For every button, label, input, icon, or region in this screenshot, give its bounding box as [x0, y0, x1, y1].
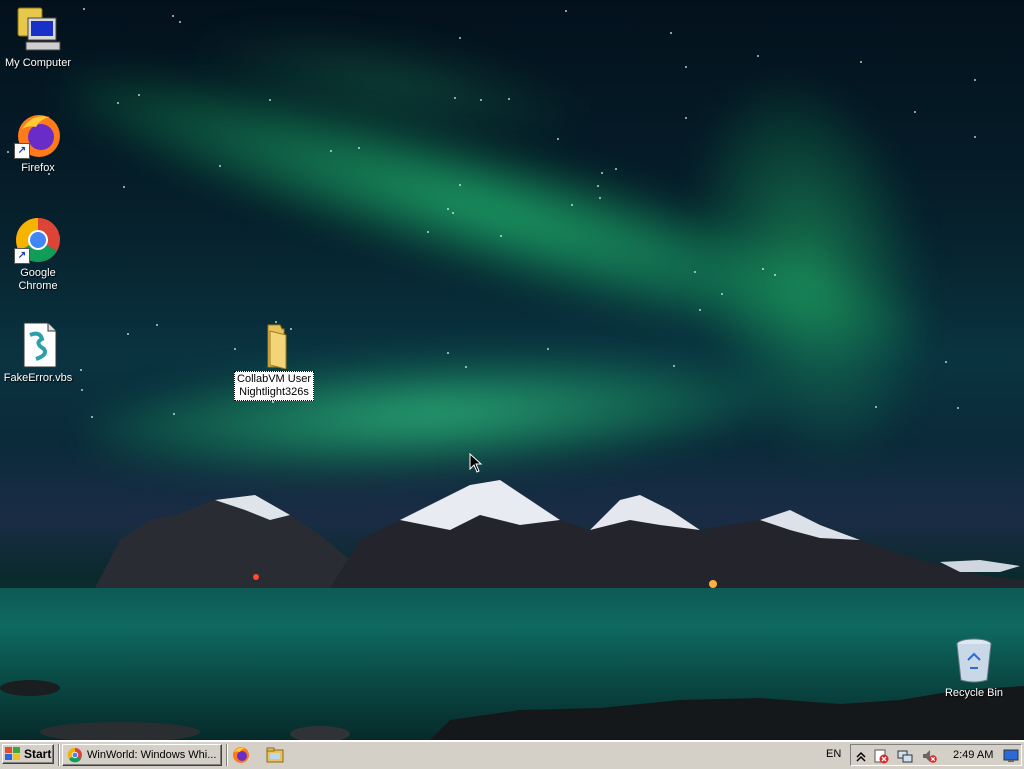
volume-muted-icon[interactable] [921, 748, 937, 764]
star [774, 274, 776, 276]
star [127, 333, 129, 335]
my-computer-icon[interactable]: My Computer [0, 6, 76, 71]
star [721, 293, 723, 295]
recycle-bin-glyph-icon [950, 636, 998, 684]
start-label: Start [24, 747, 52, 761]
star [547, 348, 549, 350]
taskbar-button-winworld[interactable]: WinWorld: Windows Whi... [62, 744, 222, 766]
clock[interactable]: 2:49 AM [953, 749, 993, 761]
start-button[interactable]: Start [2, 744, 54, 764]
star [447, 352, 449, 354]
shortcut-arrow-icon: ↗ [14, 143, 30, 159]
star [571, 204, 573, 206]
star [172, 15, 174, 17]
star [673, 365, 675, 367]
taskbar: Start WinWorld: Windows Whi... EN 2:49 A… [0, 740, 1024, 769]
windows-logo-icon [5, 747, 21, 761]
star [219, 165, 221, 167]
network-icon[interactable] [897, 748, 913, 764]
firefox-label: Firefox [21, 162, 55, 174]
show-hidden-icons-chevron-icon[interactable] [853, 748, 869, 764]
taskbar-separator [58, 744, 60, 766]
desktop-icon[interactable] [1003, 748, 1019, 764]
mountain-range [95, 480, 1024, 588]
star [974, 136, 976, 138]
chrome-icon: ↗ [14, 216, 62, 264]
star [599, 197, 601, 199]
star [565, 10, 567, 12]
shoreline-rocks [0, 680, 1024, 740]
collabvm-user-folder-label: CollabVM User Nightlight326s [234, 371, 314, 401]
star [427, 231, 429, 233]
star [459, 37, 461, 39]
star [330, 150, 332, 152]
fakeerror-vbs-label: FakeError.vbs [3, 372, 73, 384]
star [480, 99, 482, 101]
star [81, 389, 83, 391]
star [117, 102, 119, 104]
explorer-icon[interactable] [266, 746, 284, 764]
mouse-pointer-icon [469, 453, 483, 473]
star [685, 117, 687, 119]
star [685, 66, 687, 68]
fakeerror-vbs-file[interactable]: FakeError.vbs [0, 321, 76, 386]
chrome-icon [67, 747, 82, 763]
star [875, 406, 877, 408]
desktop[interactable]: My Computer ↗ Firefox ↗ Google Chrome Fa… [0, 0, 1024, 740]
star [459, 184, 461, 186]
star [508, 98, 510, 100]
star [601, 172, 603, 174]
aurora-lower-band [77, 341, 783, 489]
my-computer-label: My Computer [4, 57, 72, 69]
star [974, 79, 976, 81]
recycle-bin-icon[interactable]: Recycle Bin [936, 636, 1012, 701]
star [557, 138, 559, 140]
firefox-shortcut[interactable]: ↗ Firefox [0, 111, 76, 176]
folder-icon [250, 321, 298, 370]
star [447, 208, 449, 210]
star [945, 361, 947, 363]
star [454, 97, 456, 99]
star [452, 212, 454, 214]
star [358, 147, 360, 149]
shortcut-arrow-icon: ↗ [14, 248, 30, 264]
star [138, 94, 140, 96]
star [83, 8, 85, 10]
star [173, 413, 175, 415]
google-chrome-label: Google Chrome [18, 267, 58, 292]
taskbar-separator [226, 744, 228, 766]
star [957, 407, 959, 409]
google-chrome-shortcut[interactable]: ↗ Google Chrome [0, 216, 76, 294]
star [762, 268, 764, 270]
star [757, 55, 759, 57]
star [597, 185, 599, 187]
language-indicator[interactable]: EN [826, 748, 841, 760]
star [694, 271, 696, 273]
star [860, 61, 862, 63]
star [699, 309, 701, 311]
folder-label-line-1: CollabVM User [237, 373, 311, 385]
star [156, 324, 158, 326]
script-file-icon [14, 321, 62, 369]
star [123, 186, 125, 188]
star [179, 21, 181, 23]
star [269, 99, 271, 101]
star [272, 401, 274, 403]
recycle-bin-label: Recycle Bin [944, 687, 1004, 699]
collabvm-user-folder[interactable]: CollabVM User Nightlight326s [232, 321, 316, 401]
firefox-icon: ↗ [14, 111, 62, 159]
task-label: WinWorld: Windows Whi... [87, 749, 217, 761]
security-alert-icon[interactable] [873, 748, 889, 764]
star [91, 416, 93, 418]
star [914, 111, 916, 113]
folder-label-line-2: Nightlight326s [239, 386, 309, 398]
system-tray: 2:49 AM [850, 744, 1022, 766]
star [615, 168, 617, 170]
firefox-icon[interactable] [232, 746, 250, 764]
star [500, 235, 502, 237]
star [465, 366, 467, 368]
computer-icon [14, 6, 62, 54]
star [80, 369, 82, 371]
star [670, 32, 672, 34]
